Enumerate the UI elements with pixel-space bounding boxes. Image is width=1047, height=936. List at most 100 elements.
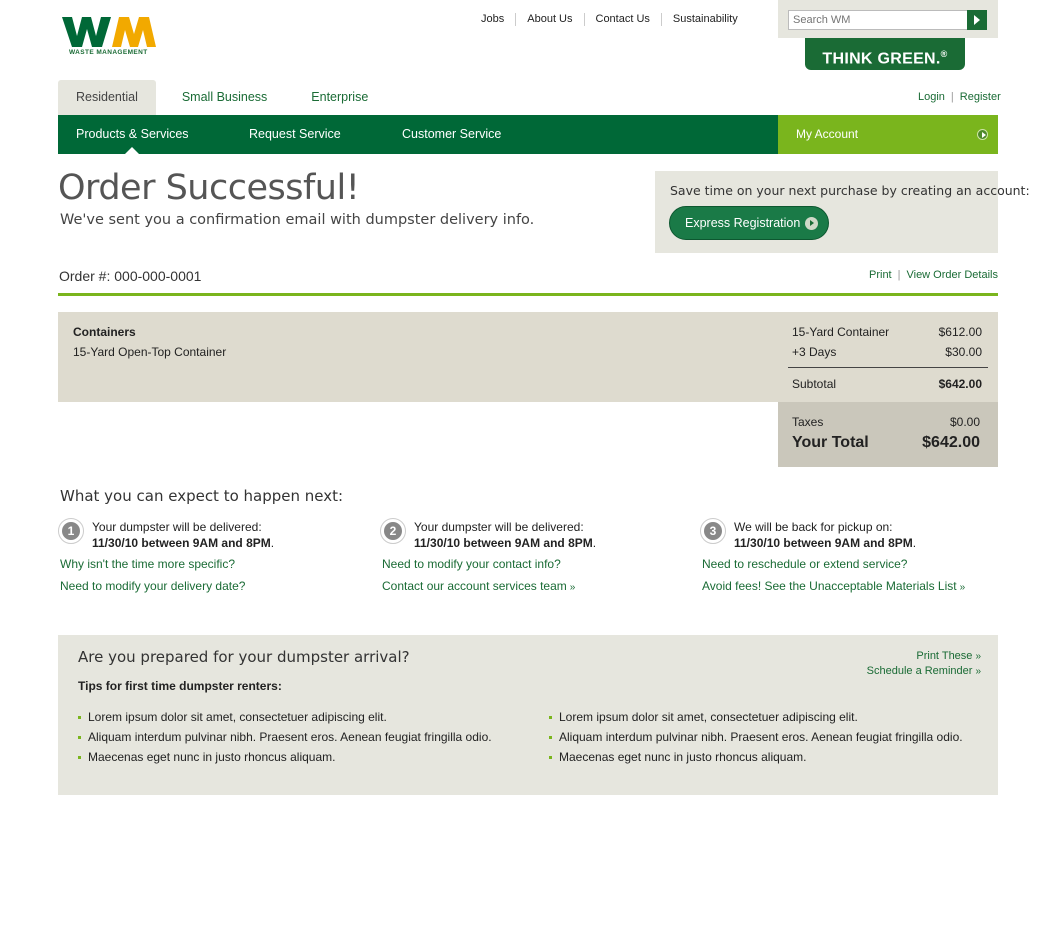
wm-logo[interactable]: WASTE MANAGEMENT bbox=[62, 16, 176, 60]
registration-prompt: Save time on your next purchase by creat… bbox=[670, 183, 1030, 198]
taxes-label: Taxes bbox=[792, 415, 824, 429]
order-number: Order #: 000-000-0001 bbox=[59, 268, 201, 284]
express-registration-button[interactable]: Express Registration bbox=[669, 206, 829, 240]
register-link[interactable]: Register bbox=[960, 91, 1001, 103]
search-input[interactable] bbox=[788, 10, 968, 30]
next-steps-title: What you can expect to happen next: bbox=[60, 487, 344, 505]
nav-customer-service[interactable]: Customer Service bbox=[402, 115, 501, 154]
utility-links: Jobs About Us Contact Us Sustainability bbox=[470, 13, 749, 26]
auth-links: Login | Register bbox=[918, 91, 1001, 103]
subtotal-label: Subtotal bbox=[792, 377, 837, 391]
link-label: Avoid fees! See the Unacceptable Materia… bbox=[702, 579, 957, 593]
view-order-details-link[interactable]: View Order Details bbox=[906, 269, 998, 281]
double-chevron-right-icon: » bbox=[569, 582, 576, 593]
double-chevron-right-icon: » bbox=[959, 582, 966, 593]
double-chevron-right-icon: » bbox=[975, 666, 981, 677]
link-sustainability[interactable]: Sustainability bbox=[660, 13, 749, 26]
taxes-amount: $0.00 bbox=[949, 415, 980, 429]
step-date: 11/30/10 between 9AM and 8PM bbox=[414, 536, 593, 550]
link-label: Contact our account services team bbox=[382, 579, 567, 593]
print-these-link[interactable]: Print These» bbox=[867, 649, 981, 664]
search-submit-arrow-icon[interactable] bbox=[967, 10, 987, 30]
order-summary: Containers 15-Yard Open-Top Container 15… bbox=[58, 312, 998, 402]
tips-list-right: Lorem ipsum dolor sit amet, consectetuer… bbox=[549, 707, 963, 767]
list-item: Lorem ipsum dolor sit amet, consectetuer… bbox=[78, 707, 492, 727]
why-time-link[interactable]: Why isn't the time more specific? bbox=[60, 557, 235, 571]
nav-products-services[interactable]: Products & Services bbox=[76, 115, 189, 154]
tips-title: Are you prepared for your dumpster arriv… bbox=[78, 648, 410, 666]
link-contact-us[interactable]: Contact Us bbox=[583, 13, 661, 26]
tagline-mark: ® bbox=[940, 49, 948, 59]
contact-account-services-link[interactable]: Contact our account services team» bbox=[382, 579, 575, 593]
wm-logo-mark bbox=[62, 17, 156, 47]
auth-separator: | bbox=[950, 91, 954, 103]
registration-panel: Save time on your next purchase by creat… bbox=[655, 171, 1030, 253]
step-number: 1 bbox=[62, 522, 80, 540]
step-number: 3 bbox=[704, 522, 722, 540]
print-link[interactable]: Print bbox=[869, 269, 892, 281]
line-items: 15-Yard Container $612.00 +3 Days $30.00… bbox=[788, 312, 988, 402]
tips-panel: Are you prepared for your dumpster arriv… bbox=[58, 635, 998, 795]
step-text: Your dumpster will be delivered: 11/30/1… bbox=[92, 520, 275, 550]
total-panel: Taxes $0.00 Your Total $642.00 bbox=[778, 402, 998, 467]
step-number-badge: 1 bbox=[58, 518, 84, 544]
schedule-reminder-link[interactable]: Schedule a Reminder» bbox=[867, 664, 981, 679]
subtotal-amount: $642.00 bbox=[938, 377, 982, 391]
unacceptable-materials-link[interactable]: Avoid fees! See the Unacceptable Materia… bbox=[702, 579, 965, 593]
divider bbox=[58, 293, 998, 296]
order-number-value: 000-000-0001 bbox=[114, 268, 202, 284]
step-number: 2 bbox=[384, 522, 402, 540]
modify-contact-info-link[interactable]: Need to modify your contact info? bbox=[382, 557, 561, 571]
think-green-badge[interactable]: THINK GREEN.® bbox=[805, 38, 965, 70]
step-number-badge: 2 bbox=[380, 518, 406, 544]
link-label: Schedule a Reminder bbox=[866, 665, 973, 677]
tagline: THINK GREEN. bbox=[822, 50, 941, 68]
taxes-row: Taxes $0.00 bbox=[792, 415, 980, 429]
tips-list-left: Lorem ipsum dolor sit amet, consectetuer… bbox=[78, 707, 492, 767]
line-item: 15-Yard Container $612.00 bbox=[792, 325, 982, 339]
total-amount: $642.00 bbox=[922, 434, 980, 451]
link-about-us[interactable]: About Us bbox=[515, 13, 583, 26]
list-item: Lorem ipsum dolor sit amet, consectetuer… bbox=[549, 707, 963, 727]
tab-residential[interactable]: Residential bbox=[58, 80, 156, 115]
step-date: 11/30/10 between 9AM and 8PM bbox=[734, 536, 913, 550]
login-link[interactable]: Login bbox=[918, 91, 945, 103]
tab-small-business[interactable]: Small Business bbox=[164, 80, 285, 115]
total-row: Your Total $642.00 bbox=[792, 434, 980, 452]
step-description: We will be back for pickup on: bbox=[734, 520, 893, 534]
line-item-label: 15-Yard Container bbox=[792, 325, 890, 339]
subtotal-divider bbox=[788, 367, 988, 368]
link-jobs[interactable]: Jobs bbox=[470, 13, 515, 26]
order-number-label: Order #: bbox=[59, 268, 111, 284]
total-label: Your Total bbox=[792, 434, 869, 451]
step-description: Your dumpster will be delivered: bbox=[92, 520, 262, 534]
list-item: Maecenas eget nunc in justo rhoncus aliq… bbox=[78, 747, 492, 767]
tips-actions: Print These» Schedule a Reminder» bbox=[867, 649, 981, 679]
express-registration-label: Express Registration bbox=[685, 216, 801, 230]
line-item: +3 Days $30.00 bbox=[792, 345, 982, 359]
order-item: 15-Yard Open-Top Container bbox=[73, 345, 227, 359]
step-text: Your dumpster will be delivered: 11/30/1… bbox=[414, 520, 597, 550]
arrow-right-icon bbox=[805, 217, 818, 230]
page-subtitle: We've sent you a confirmation email with… bbox=[60, 212, 535, 228]
main-nav: Products & Services Request Service Cust… bbox=[58, 115, 778, 154]
segment-tabs: Residential Small Business Enterprise bbox=[58, 80, 394, 115]
my-account-button[interactable]: My Account bbox=[778, 115, 998, 154]
step-description: Your dumpster will be delivered: bbox=[414, 520, 584, 534]
search-panel bbox=[778, 0, 998, 38]
step-date: 11/30/10 between 9AM and 8PM bbox=[92, 536, 271, 550]
modify-delivery-date-link[interactable]: Need to modify your delivery date? bbox=[60, 579, 245, 593]
double-chevron-right-icon: » bbox=[975, 651, 981, 662]
nav-request-service[interactable]: Request Service bbox=[249, 115, 341, 154]
list-item: Aliquam interdum pulvinar nibh. Praesent… bbox=[78, 727, 492, 747]
order-category: Containers bbox=[73, 325, 136, 339]
link-label: Print These bbox=[916, 650, 973, 662]
my-account-label: My Account bbox=[796, 127, 859, 141]
step-text: We will be back for pickup on: 11/30/10 … bbox=[734, 520, 917, 550]
logo-subtext: WASTE MANAGEMENT bbox=[69, 49, 148, 56]
tab-enterprise[interactable]: Enterprise bbox=[293, 80, 386, 115]
subtotal-row: Subtotal $642.00 bbox=[792, 377, 982, 391]
line-item-amount: $612.00 bbox=[938, 325, 982, 339]
reschedule-service-link[interactable]: Need to reschedule or extend service? bbox=[702, 557, 907, 571]
arrow-right-icon bbox=[977, 129, 988, 140]
